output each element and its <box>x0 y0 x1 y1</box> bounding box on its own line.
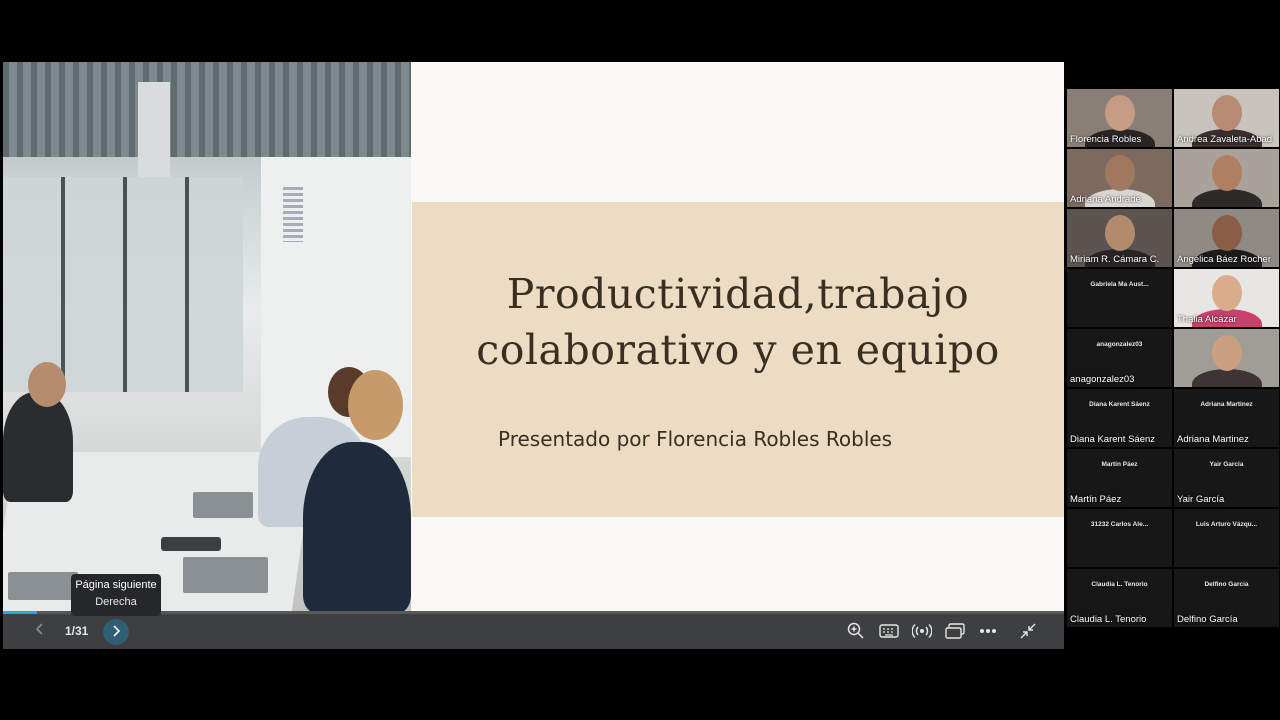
participant-tile[interactable]: Gabriela Ma Aust... <box>1067 269 1172 327</box>
participant-tile[interactable]: 31232 Carlos Ale... <box>1067 509 1172 567</box>
participants-panel: Florencia Robles Andrea Zavaleta-Abad Adri… <box>1066 89 1280 631</box>
participant-name: Delfino García <box>1177 614 1238 625</box>
participant-center-label: Delfino Garcia <box>1204 581 1249 588</box>
zoom-in-icon[interactable] <box>845 621 867 641</box>
participant-video-tile[interactable]: Florencia Robles <box>1067 89 1172 147</box>
title-band: Productividad,trabajo colaborativo y en … <box>412 202 1064 517</box>
participant-center-label: Luis Arturo Vázqu... <box>1195 521 1258 528</box>
participant-name: Diana Karent Sáenz <box>1070 434 1156 445</box>
next-page-button[interactable] <box>103 619 129 645</box>
presentation-toolbar: 1/31 <box>3 614 1064 649</box>
participant-center-label: Gabriela Ma Aust... <box>1090 281 1149 288</box>
participant-name: Miriam R. Cámara C. <box>1070 254 1160 265</box>
participant-tile[interactable]: Adriana Martinez Adriana Martinez <box>1174 389 1279 447</box>
participant-center-label: Diana Karent Sáenz <box>1089 401 1150 408</box>
participant-video-tile[interactable]: Miriam R. Cámara C. <box>1067 209 1172 267</box>
participant-tile[interactable]: Yair Garcia Yair García <box>1174 449 1279 507</box>
participant-tile[interactable]: Claudia L. Tenorio Claudia L. Tenorio <box>1067 569 1172 627</box>
participant-center-label: 31232 Carlos Ale... <box>1090 521 1149 528</box>
participant-tile[interactable]: Diana Karent Sáenz Diana Karent Sáenz <box>1067 389 1172 447</box>
chevron-right-icon <box>111 624 121 641</box>
participant-video-tile[interactable] <box>1174 149 1279 207</box>
participant-name: anagonzalez03 <box>1070 374 1135 385</box>
participant-video-tile[interactable]: Andrea Zavaleta-Abad <box>1174 89 1279 147</box>
participant-video-tile[interactable] <box>1174 329 1279 387</box>
participant-name: Thalia Alcázar <box>1177 314 1237 325</box>
participant-video-tile[interactable]: Angélica Báez Rocher <box>1174 209 1279 267</box>
slide-title: Productividad,trabajo colaborativo y en … <box>412 266 1064 378</box>
participant-center-label: anagonzalez03 <box>1096 341 1143 348</box>
page-counter: 1/31 <box>65 624 89 638</box>
participant-center-label: Claudia L. Tenorio <box>1091 581 1148 588</box>
previous-page-button[interactable] <box>29 618 51 644</box>
next-page-tooltip: Página siguiente Derecha <box>71 574 161 616</box>
presentation-stage: Productividad,trabajo colaborativo y en … <box>3 62 1064 649</box>
participant-tile[interactable]: Martín Páez Martín Páez <box>1067 449 1172 507</box>
participant-center-label: Martín Páez <box>1101 461 1138 468</box>
broadcast-icon[interactable] <box>911 621 933 641</box>
participant-name: Claudia L. Tenorio <box>1070 614 1147 625</box>
participant-tile[interactable]: Delfino Garcia Delfino García <box>1174 569 1279 627</box>
exit-fullscreen-icon[interactable] <box>1017 621 1039 641</box>
participant-video-tile[interactable]: Thalia Alcázar <box>1174 269 1279 327</box>
participant-name: Martín Páez <box>1070 494 1122 505</box>
participant-center-label: Adriana Martinez <box>1200 401 1253 408</box>
keyboard-icon[interactable] <box>878 621 900 641</box>
participant-name: Adriana Martinez <box>1177 434 1249 445</box>
participant-name: Andrea Zavaleta-Abad <box>1177 134 1273 145</box>
screen-share-icon[interactable] <box>944 621 966 641</box>
tooltip-shortcut: Derecha <box>95 596 137 608</box>
participant-video-tile[interactable]: Adriana Andrade <box>1067 149 1172 207</box>
slide-title-line-1: Productividad,trabajo <box>506 270 970 318</box>
chevron-left-icon <box>35 622 45 641</box>
slide-subtitle: Presentado por Florencia Robles Robles <box>498 427 893 451</box>
office-photo <box>3 62 411 612</box>
more-options-icon[interactable] <box>977 621 999 641</box>
participant-center-label: Yair Garcia <box>1209 461 1244 468</box>
participant-name: Angélica Báez Rocher <box>1177 254 1271 265</box>
participant-name: Adriana Andrade <box>1070 194 1141 205</box>
participant-tile[interactable]: Luis Arturo Vázqu... <box>1174 509 1279 567</box>
participant-name: Yair García <box>1177 494 1225 505</box>
slide-title-line-2: colaborativo y en equipo <box>476 326 1000 374</box>
participant-tile[interactable]: anagonzalez03 anagonzalez03 <box>1067 329 1172 387</box>
participant-name: Florencia Robles <box>1070 134 1142 145</box>
tooltip-title: Página siguiente <box>75 579 157 591</box>
